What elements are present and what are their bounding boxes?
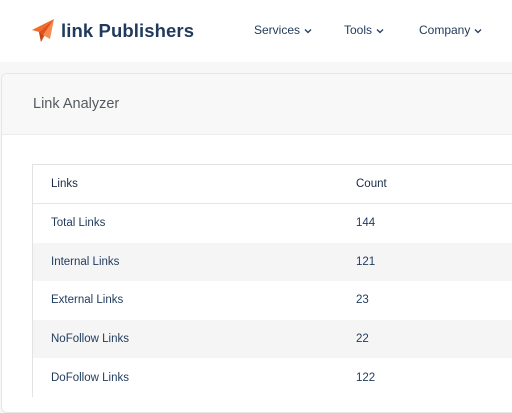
table-header-row: Links Count xyxy=(33,165,512,204)
row-label: Total Links xyxy=(51,217,106,230)
row-count: 122 xyxy=(356,371,376,384)
row-label: External Links xyxy=(51,294,124,307)
card-header: Link Analyzer xyxy=(2,74,512,135)
row-label: NoFollow Links xyxy=(51,333,129,346)
row-count: 121 xyxy=(356,255,376,268)
chevron-down-icon xyxy=(376,23,384,37)
table-row: External Links 23 xyxy=(33,281,512,320)
row-label: DoFollow Links xyxy=(51,371,129,384)
chevron-down-icon xyxy=(304,23,312,37)
site-header: link Publishers Services Tools Company xyxy=(0,0,512,62)
brand-name: link Publishers xyxy=(61,20,195,41)
paper-plane-logo-icon xyxy=(30,17,56,45)
nav-tools-label: Tools xyxy=(344,23,373,37)
nav-services-label: Services xyxy=(254,23,301,37)
link-stats-table: Links Count Total Links 144 Internal Lin… xyxy=(32,164,512,397)
nav-company[interactable]: Company xyxy=(419,23,482,37)
table-row: Internal Links 121 xyxy=(33,242,512,282)
row-count: 23 xyxy=(356,294,369,307)
nav-services[interactable]: Services xyxy=(254,23,312,37)
brand-logo[interactable]: link Publishers xyxy=(30,16,194,46)
nav-tools[interactable]: Tools xyxy=(344,23,384,37)
nav-company-label: Company xyxy=(419,23,471,37)
table-row: NoFollow Links 22 xyxy=(33,319,512,359)
row-label: Internal Links xyxy=(51,255,120,268)
row-count: 22 xyxy=(356,333,369,346)
card-title: Link Analyzer xyxy=(33,96,120,112)
column-header-links: Links xyxy=(51,178,78,190)
row-count: 144 xyxy=(356,217,376,230)
column-header-count: Count xyxy=(356,178,387,190)
chevron-down-icon xyxy=(474,23,482,37)
table-row: Total Links 144 xyxy=(33,204,512,243)
table-row: DoFollow Links 122 xyxy=(33,358,512,397)
